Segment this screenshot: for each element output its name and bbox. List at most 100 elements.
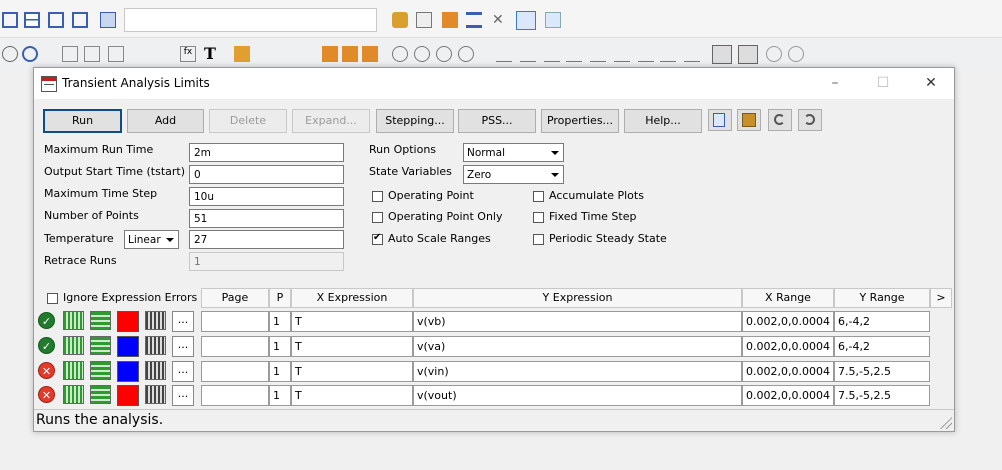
- delete-button[interactable]: Delete: [209, 109, 287, 133]
- mark-icon[interactable]: [496, 46, 512, 62]
- error-circle-icon[interactable]: ✕: [38, 386, 55, 403]
- undo-icon[interactable]: [768, 109, 792, 131]
- redo-icon[interactable]: [798, 109, 822, 131]
- table-icon[interactable]: [145, 336, 166, 355]
- mark-icon[interactable]: [590, 46, 606, 62]
- x-range-cell[interactable]: 0.002,0,0.0004: [742, 361, 834, 382]
- chevron-down-icon[interactable]: [547, 145, 562, 160]
- x-expression-cell[interactable]: T: [291, 311, 413, 332]
- output-start-field[interactable]: 0: [189, 165, 344, 184]
- table-icon[interactable]: [145, 385, 166, 404]
- y-expression-cell[interactable]: v(vb): [413, 311, 742, 332]
- flag-icon[interactable]: [234, 46, 250, 62]
- rows-icon[interactable]: [24, 12, 40, 28]
- more-button[interactable]: ...: [172, 311, 194, 332]
- table-icon[interactable]: [145, 311, 166, 330]
- rows-icon[interactable]: [90, 361, 111, 380]
- plot-icon[interactable]: [516, 11, 536, 30]
- expand-button[interactable]: Expand...: [292, 109, 370, 133]
- node-icon[interactable]: [392, 46, 408, 62]
- window-icon[interactable]: [72, 12, 88, 28]
- grid-icon[interactable]: [63, 311, 84, 330]
- temperature-mode-select[interactable]: Linear: [124, 230, 179, 249]
- run-button[interactable]: Run: [43, 109, 122, 133]
- probe-icon[interactable]: [392, 12, 408, 28]
- p-cell[interactable]: 1: [269, 311, 291, 332]
- resize-grip-icon[interactable]: [940, 417, 952, 429]
- copy-icon[interactable]: [708, 109, 732, 131]
- mark-icon[interactable]: [520, 46, 536, 62]
- page-cell[interactable]: [201, 385, 269, 406]
- fixed-time-step-checkbox[interactable]: [533, 212, 544, 223]
- y-range-cell[interactable]: 6,-4,2: [834, 311, 930, 332]
- x-range-cell[interactable]: 0.002,0,0.0004: [742, 336, 834, 357]
- add-button[interactable]: Add: [127, 109, 204, 133]
- node-icon[interactable]: [414, 46, 430, 62]
- run-options-select[interactable]: Normal: [463, 143, 564, 162]
- chart-icon[interactable]: [442, 12, 458, 28]
- y-range-cell[interactable]: 6,-4,2: [834, 336, 930, 357]
- layout-icon[interactable]: [2, 12, 18, 28]
- chevron-down-icon[interactable]: [547, 167, 562, 182]
- color-swatch[interactable]: [117, 311, 139, 332]
- color-swatch[interactable]: [117, 361, 139, 382]
- split-icon[interactable]: [48, 12, 64, 28]
- mark-icon[interactable]: [660, 46, 676, 62]
- step-icon[interactable]: [712, 45, 732, 64]
- x-range-cell[interactable]: 0.002,0,0.0004: [742, 385, 834, 406]
- ignore-expression-errors-checkbox[interactable]: [47, 293, 58, 304]
- zoom-icon[interactable]: [22, 46, 38, 62]
- p-cell[interactable]: 1: [269, 336, 291, 357]
- mark-icon[interactable]: [544, 46, 560, 62]
- zoom-in-icon[interactable]: [766, 46, 782, 62]
- shape-icon[interactable]: [342, 46, 358, 62]
- mark-icon[interactable]: [638, 46, 654, 62]
- scroll-right-button[interactable]: >: [930, 288, 952, 308]
- retrace-runs-field[interactable]: 1: [189, 252, 344, 271]
- rows-icon[interactable]: [90, 385, 111, 404]
- paste-icon[interactable]: [737, 109, 761, 131]
- step-icon[interactable]: [738, 45, 758, 64]
- component-icon[interactable]: [62, 46, 78, 62]
- col-header-y-range[interactable]: Y Range: [834, 288, 930, 308]
- more-button[interactable]: ...: [172, 385, 194, 406]
- col-header-p[interactable]: P: [269, 288, 291, 308]
- mark-icon[interactable]: [684, 46, 700, 62]
- shape-icon[interactable]: [322, 46, 338, 62]
- properties-button[interactable]: Properties...: [541, 109, 619, 133]
- x-range-cell[interactable]: 0.002,0,0.0004: [742, 311, 834, 332]
- grid-view-icon[interactable]: [100, 12, 116, 28]
- app-combo-field[interactable]: [124, 8, 377, 32]
- minimize-button[interactable]: –: [820, 72, 850, 94]
- x-expression-cell[interactable]: T: [291, 385, 413, 406]
- color-swatch[interactable]: [117, 336, 139, 357]
- pss-button[interactable]: PSS...: [458, 109, 536, 133]
- temperature-field[interactable]: 27: [189, 230, 344, 249]
- table-icon[interactable]: [145, 361, 166, 380]
- page-cell[interactable]: [201, 361, 269, 382]
- help-button[interactable]: Help...: [624, 109, 702, 133]
- mark-icon[interactable]: [566, 46, 582, 62]
- function-icon[interactable]: fx: [180, 46, 196, 62]
- col-header-x-range[interactable]: X Range: [742, 288, 834, 308]
- y-range-cell[interactable]: 7.5,-5,2.5: [834, 385, 930, 406]
- list-icon[interactable]: [466, 12, 482, 28]
- pointer-icon[interactable]: [2, 46, 18, 62]
- grid-icon[interactable]: [63, 361, 84, 380]
- error-circle-icon[interactable]: ✕: [38, 362, 55, 379]
- node-icon[interactable]: [458, 46, 474, 62]
- col-header-x-expression[interactable]: X Expression: [291, 288, 413, 308]
- page-cell[interactable]: [201, 336, 269, 357]
- col-header-y-expression[interactable]: Y Expression: [413, 288, 742, 308]
- check-circle-icon[interactable]: ✓: [38, 312, 55, 329]
- stepping-button[interactable]: Stepping...: [376, 109, 454, 133]
- max-time-step-field[interactable]: 10u: [189, 187, 344, 206]
- col-header-page[interactable]: Page: [201, 288, 269, 308]
- wire-icon[interactable]: [84, 46, 100, 62]
- check-circle-icon[interactable]: ✓: [38, 337, 55, 354]
- more-button[interactable]: ...: [172, 336, 194, 357]
- accumulate-plots-checkbox[interactable]: [533, 191, 544, 202]
- grid-icon[interactable]: [63, 336, 84, 355]
- x-expression-cell[interactable]: T: [291, 336, 413, 357]
- periodic-steady-state-checkbox[interactable]: [533, 234, 544, 245]
